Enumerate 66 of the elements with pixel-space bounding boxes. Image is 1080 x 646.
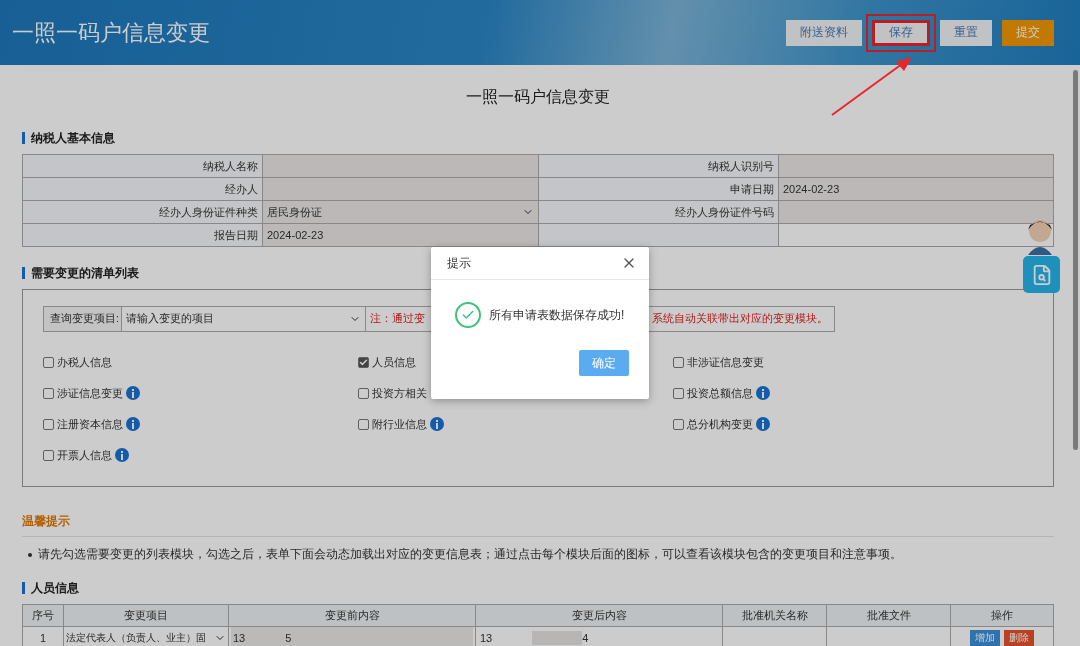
input-field[interactable]: 13 5 xyxy=(229,627,476,646)
info-icon[interactable] xyxy=(756,386,770,400)
success-icon xyxy=(455,302,481,328)
note-text: 注：通过变 xyxy=(370,312,425,326)
checkbox-label: 投资总额信息 xyxy=(687,385,753,401)
checkbox-label: 涉证信息变更 xyxy=(57,385,123,401)
checkbox[interactable] xyxy=(673,418,684,430)
select-field[interactable]: 居民身份证 xyxy=(263,201,539,224)
checkbox-label: 附行业信息 xyxy=(372,416,427,432)
input-field[interactable] xyxy=(779,155,1054,178)
field-label: 申请日期 xyxy=(539,178,779,201)
query-label: 查询变更项目: xyxy=(44,307,122,331)
info-icon[interactable] xyxy=(115,448,129,462)
field-label: 报告日期 xyxy=(23,224,263,247)
field-label: 纳税人名称 xyxy=(23,155,263,178)
delete-button[interactable]: 删除 xyxy=(1004,629,1034,646)
toolbar-button[interactable]: 附送资料 xyxy=(786,19,862,46)
column-header: 批准文件 xyxy=(827,605,951,627)
checkbox[interactable] xyxy=(43,449,54,461)
section-heading: 人员信息 xyxy=(22,582,1054,594)
input-field[interactable] xyxy=(779,201,1054,224)
column-header: 序号 xyxy=(23,605,64,627)
app-title: 一照一码户信息变更 xyxy=(12,18,210,47)
tips-heading: 温馨提示 xyxy=(22,513,1054,537)
select-field[interactable]: 法定代表人（负责人、业主）固 xyxy=(64,627,229,646)
document-search-button[interactable] xyxy=(1023,256,1060,293)
checkbox[interactable] xyxy=(43,356,54,368)
checkbox[interactable] xyxy=(673,356,684,368)
field-label: 经办人身份证件号码 xyxy=(539,201,779,224)
page-title: 一照一码户信息变更 xyxy=(466,87,610,107)
checkbox-label: 非涉证信息变更 xyxy=(687,354,764,370)
checkbox-label: 办税人信息 xyxy=(57,354,112,370)
checkbox[interactable] xyxy=(43,387,54,399)
info-icon[interactable] xyxy=(126,417,140,431)
note-text: 系统自动关联带出对应的变更模块。 xyxy=(652,312,828,326)
dialog-message: 所有申请表数据保存成功! xyxy=(489,306,625,324)
input-field[interactable]: 2024-02-23 xyxy=(779,178,1054,201)
checkbox[interactable] xyxy=(673,387,684,399)
column-header: 操作 xyxy=(951,605,1054,627)
field-label: 经办人身份证件种类 xyxy=(23,201,263,224)
field-label: 经办人 xyxy=(23,178,263,201)
checkbox[interactable] xyxy=(43,418,54,430)
checkbox-label: 投资方相关 xyxy=(372,385,427,401)
checkbox[interactable] xyxy=(358,418,369,430)
column-header: 变更前内容 xyxy=(229,605,476,627)
toolbar-button[interactable]: 重置 xyxy=(940,19,992,46)
info-icon[interactable] xyxy=(126,386,140,400)
tips-text: 请先勾选需要变更的列表模块，勾选之后，表单下面会动态加载出对应的变更信息表；通过点击每个模块后面的图标，可以查看该模块包含的变更项目和注意事项。 xyxy=(38,547,902,562)
bullet-icon xyxy=(28,552,32,557)
info-icon[interactable] xyxy=(430,417,444,431)
checkbox[interactable] xyxy=(358,387,369,399)
info-icon[interactable] xyxy=(756,417,770,431)
column-header: 变更项目 xyxy=(64,605,229,627)
checkbox-label: 注册资本信息 xyxy=(57,416,123,432)
input-field[interactable]: 2024-02-23 xyxy=(263,224,539,247)
checkbox[interactable] xyxy=(358,356,369,368)
field-label: 纳税人识别号 xyxy=(539,155,779,178)
checkbox-label: 人员信息 xyxy=(372,354,416,370)
input-field[interactable] xyxy=(263,178,539,201)
checkbox-label: 总分机构变更 xyxy=(687,416,753,432)
column-header: 批准机关名称 xyxy=(723,605,827,627)
column-header: 变更后内容 xyxy=(476,605,723,627)
checkbox-label: 开票人信息 xyxy=(57,447,112,463)
scrollbar[interactable] xyxy=(1073,70,1078,450)
input-field[interactable] xyxy=(263,155,539,178)
section-heading: 纳税人基本信息 xyxy=(22,132,1054,144)
